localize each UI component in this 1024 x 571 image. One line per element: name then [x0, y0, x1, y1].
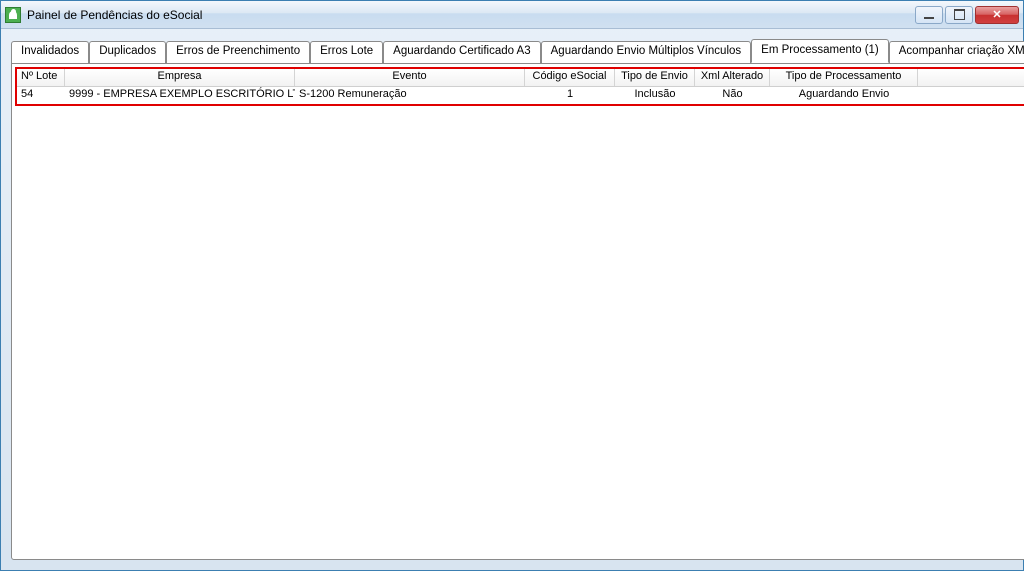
cell-tipo-envio: Inclusão: [615, 87, 695, 104]
col-header-lote[interactable]: Nº Lote: [17, 69, 65, 86]
maximize-button[interactable]: [945, 6, 973, 24]
tab-erros-lote[interactable]: Erros Lote: [310, 41, 383, 65]
tab-invalidados[interactable]: Invalidados: [11, 41, 89, 65]
col-header-tipo-envio[interactable]: Tipo de Envio: [615, 69, 695, 86]
tab-content: Nº Lote Empresa Evento Código eSocial Ti…: [11, 63, 1024, 560]
cell-lote: 54: [17, 87, 65, 104]
tab-aguardando-certificado[interactable]: Aguardando Certificado A3: [383, 41, 540, 65]
col-header-empresa[interactable]: Empresa: [65, 69, 295, 86]
table-row[interactable]: 54 9999 - EMPRESA EXEMPLO ESCRITÓRIO LT …: [17, 87, 1024, 104]
cell-xml-alterado: Não: [695, 87, 770, 104]
app-window: Painel de Pendências do eSocial Invalida…: [0, 0, 1024, 571]
minimize-button[interactable]: [915, 6, 943, 24]
data-grid[interactable]: Nº Lote Empresa Evento Código eSocial Ti…: [15, 67, 1024, 106]
client-area: Invalidados Duplicados Erros de Preenchi…: [1, 29, 1023, 570]
window-title: Painel de Pendências do eSocial: [27, 8, 915, 22]
main-panel: Invalidados Duplicados Erros de Preenchi…: [11, 39, 1024, 560]
titlebar: Painel de Pendências do eSocial: [1, 1, 1023, 29]
col-header-codigo[interactable]: Código eSocial: [525, 69, 615, 86]
col-header-xml-alterado[interactable]: Xml Alterado: [695, 69, 770, 86]
cell-tipo-processamento: Aguardando Envio: [770, 87, 918, 104]
window-controls: [915, 6, 1019, 24]
close-button[interactable]: [975, 6, 1019, 24]
grid-header-row: Nº Lote Empresa Evento Código eSocial Ti…: [17, 69, 1024, 87]
tab-em-processamento[interactable]: Em Processamento (1): [751, 39, 889, 63]
col-header-evento[interactable]: Evento: [295, 69, 525, 86]
tab-aguardando-envio-multiplos[interactable]: Aguardando Envio Múltiplos Vínculos: [541, 41, 752, 65]
cell-evento: S-1200 Remuneração: [295, 87, 525, 104]
app-icon: [5, 7, 21, 23]
tab-erros-preenchimento[interactable]: Erros de Preenchimento: [166, 41, 310, 65]
tab-acompanhar-xmls[interactable]: Acompanhar criação XMLs: [889, 41, 1024, 65]
cell-codigo: 1: [525, 87, 615, 104]
cell-empresa: 9999 - EMPRESA EXEMPLO ESCRITÓRIO LT: [65, 87, 295, 104]
tabs-row: Invalidados Duplicados Erros de Preenchi…: [11, 39, 1024, 63]
col-header-tipo-processamento[interactable]: Tipo de Processamento: [770, 69, 918, 86]
tab-duplicados[interactable]: Duplicados: [89, 41, 166, 65]
